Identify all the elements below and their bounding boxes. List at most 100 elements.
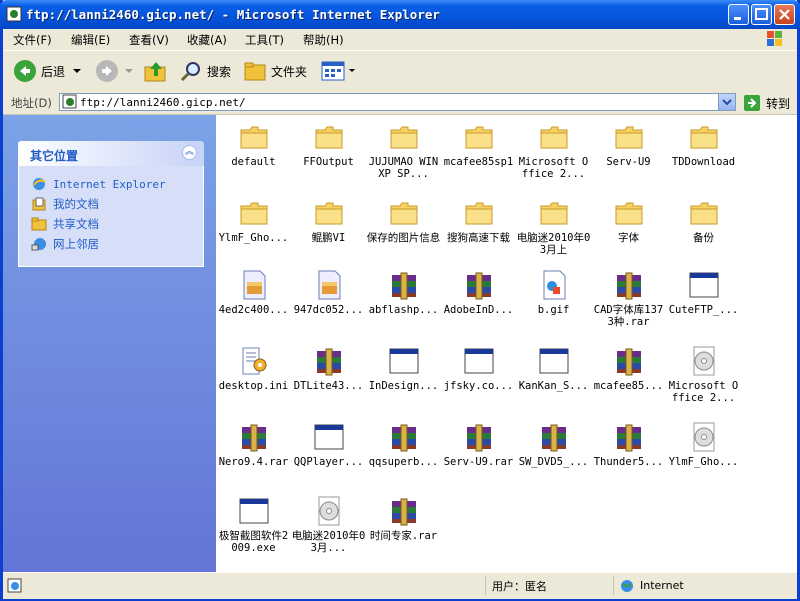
file-name: 电脑迷2010年03月... bbox=[291, 530, 366, 554]
menu-tools[interactable]: 工具(T) bbox=[245, 32, 284, 48]
file-name: Thunder5... bbox=[593, 456, 664, 468]
file-item[interactable]: 947dc052... bbox=[291, 269, 366, 316]
menu-view[interactable]: 查看(V) bbox=[129, 32, 169, 48]
folder-item[interactable]: 电脑迷2010年03月上 bbox=[516, 197, 591, 256]
folders-icon bbox=[244, 62, 266, 81]
window-title: ftp://lanni2460.gicp.net/ - Microsoft In… bbox=[26, 7, 440, 22]
minimize-button[interactable] bbox=[728, 4, 749, 25]
folders-button[interactable]: 文件夹 bbox=[243, 57, 307, 85]
folder-item[interactable]: mcafee85sp1 bbox=[441, 121, 516, 168]
folder-item[interactable]: Serv-U9 bbox=[591, 121, 666, 168]
file-item[interactable]: 极智截图软件2009.exe bbox=[216, 495, 291, 554]
other-places-header[interactable]: 其它位置 ︽ bbox=[18, 141, 204, 166]
folder-item[interactable]: default bbox=[216, 121, 291, 168]
folder-item[interactable]: JUJUMAO WINXP SP... bbox=[366, 121, 441, 180]
place-label: 共享文档 bbox=[53, 217, 99, 231]
file-name: 时间专家.rar bbox=[369, 530, 438, 542]
file-item[interactable]: abflashp... bbox=[366, 269, 441, 316]
file-item[interactable]: jfsky.co... bbox=[441, 345, 516, 392]
place-label: Internet Explorer bbox=[53, 177, 166, 191]
folder-icon bbox=[613, 197, 645, 229]
file-name: 电脑迷2010年03月上 bbox=[516, 232, 591, 256]
file-item[interactable]: QQPlayer... bbox=[291, 421, 366, 468]
search-icon bbox=[180, 62, 200, 82]
place-shared-documents[interactable]: 共享文档 bbox=[19, 214, 203, 234]
file-item[interactable]: 电脑迷2010年03月... bbox=[291, 495, 366, 554]
folder-icon bbox=[463, 197, 495, 229]
folder-item[interactable]: FFOutput bbox=[291, 121, 366, 168]
file-item[interactable]: YlmF_Gho... bbox=[666, 421, 741, 468]
place-label: 我的文档 bbox=[53, 197, 99, 211]
page-status-icon bbox=[7, 578, 22, 593]
file-item[interactable]: Nero9.4.rar bbox=[216, 421, 291, 468]
file-item[interactable]: Serv-U9.rar bbox=[441, 421, 516, 468]
status-user-text: 用户：匿名 bbox=[492, 579, 547, 593]
folder-item[interactable]: Microsoft Office 2... bbox=[516, 121, 591, 180]
shared-folder-icon bbox=[31, 217, 47, 231]
file-name: 搜狗高速下载 bbox=[447, 232, 510, 244]
place-internet-explorer[interactable]: Internet Explorer bbox=[19, 174, 203, 194]
file-item[interactable]: AdobeInD... bbox=[441, 269, 516, 316]
place-network[interactable]: 网上邻居 bbox=[19, 234, 203, 254]
file-item[interactable]: desktop.ini bbox=[216, 345, 291, 392]
menu-file[interactable]: 文件(F) bbox=[13, 32, 52, 48]
file-name: Nero9.4.rar bbox=[218, 456, 289, 468]
file-name: YlmF_Gho... bbox=[218, 232, 289, 244]
folder-icon bbox=[238, 121, 270, 153]
file-item[interactable]: CuteFTP_... bbox=[666, 269, 741, 316]
views-icon bbox=[321, 61, 345, 81]
folder-item[interactable]: 字体 bbox=[591, 197, 666, 244]
file-item[interactable]: Thunder5... bbox=[591, 421, 666, 468]
browser-window: ftp://lanni2460.gicp.net/ - Microsoft In… bbox=[0, 0, 800, 601]
status-zone-text: Internet bbox=[640, 579, 684, 592]
up-folder-button[interactable] bbox=[143, 57, 169, 85]
file-name: CuteFTP_... bbox=[668, 304, 739, 316]
folder-item[interactable]: TDDownload bbox=[666, 121, 741, 168]
windows-logo-icon bbox=[767, 31, 782, 46]
rar-icon bbox=[463, 269, 495, 301]
menu-favorites[interactable]: 收藏(A) bbox=[187, 32, 227, 48]
status-bar: 用户：匿名 Internet bbox=[3, 572, 797, 599]
search-button[interactable]: 搜索 bbox=[179, 57, 231, 85]
file-item[interactable]: Microsoft Office 2... bbox=[666, 345, 741, 404]
go-button[interactable]: 转到 bbox=[743, 94, 790, 112]
folder-item[interactable]: 鲲鹏VI bbox=[291, 197, 366, 244]
file-item[interactable]: b.gif bbox=[516, 269, 591, 316]
file-name: Microsoft Office 2... bbox=[668, 380, 739, 404]
menu-help[interactable]: 帮助(H) bbox=[303, 32, 344, 48]
place-my-documents[interactable]: 我的文档 bbox=[19, 194, 203, 214]
close-button[interactable] bbox=[774, 4, 795, 25]
back-button[interactable]: 后退 bbox=[13, 57, 83, 85]
address-dropdown-button[interactable] bbox=[718, 94, 735, 110]
close-icon bbox=[779, 9, 790, 20]
chevron-down-icon bbox=[349, 69, 355, 72]
file-item[interactable]: SW_DVD5_... bbox=[516, 421, 591, 468]
address-input[interactable]: ftp://lanni2460.gicp.net/ bbox=[59, 93, 736, 111]
file-item[interactable]: mcafee85... bbox=[591, 345, 666, 392]
file-item[interactable]: KanKan_S... bbox=[516, 345, 591, 392]
menu-edit[interactable]: 编辑(E) bbox=[71, 32, 110, 48]
collapse-chevron-icon[interactable]: ︽ bbox=[182, 145, 197, 160]
gif-icon bbox=[538, 269, 570, 301]
file-item[interactable]: InDesign... bbox=[366, 345, 441, 392]
chevron-down-icon[interactable] bbox=[71, 66, 83, 76]
views-button[interactable] bbox=[321, 57, 357, 85]
forward-arrow-icon bbox=[96, 60, 118, 82]
file-name: KanKan_S... bbox=[518, 380, 589, 392]
title-bar[interactable]: ftp://lanni2460.gicp.net/ - Microsoft In… bbox=[0, 0, 800, 29]
task-pane: 其它位置 ︽ Internet Explorer 我的文档 共享文档 网上邻居 bbox=[3, 115, 216, 572]
folder-item[interactable]: 备份 bbox=[666, 197, 741, 244]
file-item[interactable]: qqsuperb... bbox=[366, 421, 441, 468]
file-item[interactable]: 4ed2c400... bbox=[216, 269, 291, 316]
folder-item[interactable]: YlmF_Gho... bbox=[216, 197, 291, 244]
file-item[interactable]: DTLite43... bbox=[291, 345, 366, 392]
file-name: 947dc052... bbox=[293, 304, 364, 316]
chevron-down-icon[interactable] bbox=[123, 66, 135, 76]
forward-button[interactable] bbox=[95, 57, 135, 85]
file-item[interactable]: CAD字体库1373种.rar bbox=[591, 269, 666, 328]
file-item[interactable]: 时间专家.rar bbox=[366, 495, 441, 542]
folder-item[interactable]: 保存的图片信息 bbox=[366, 197, 441, 244]
maximize-button[interactable] bbox=[751, 4, 772, 25]
folder-item[interactable]: 搜狗高速下载 bbox=[441, 197, 516, 244]
status-user: 用户：匿名 bbox=[485, 576, 616, 595]
